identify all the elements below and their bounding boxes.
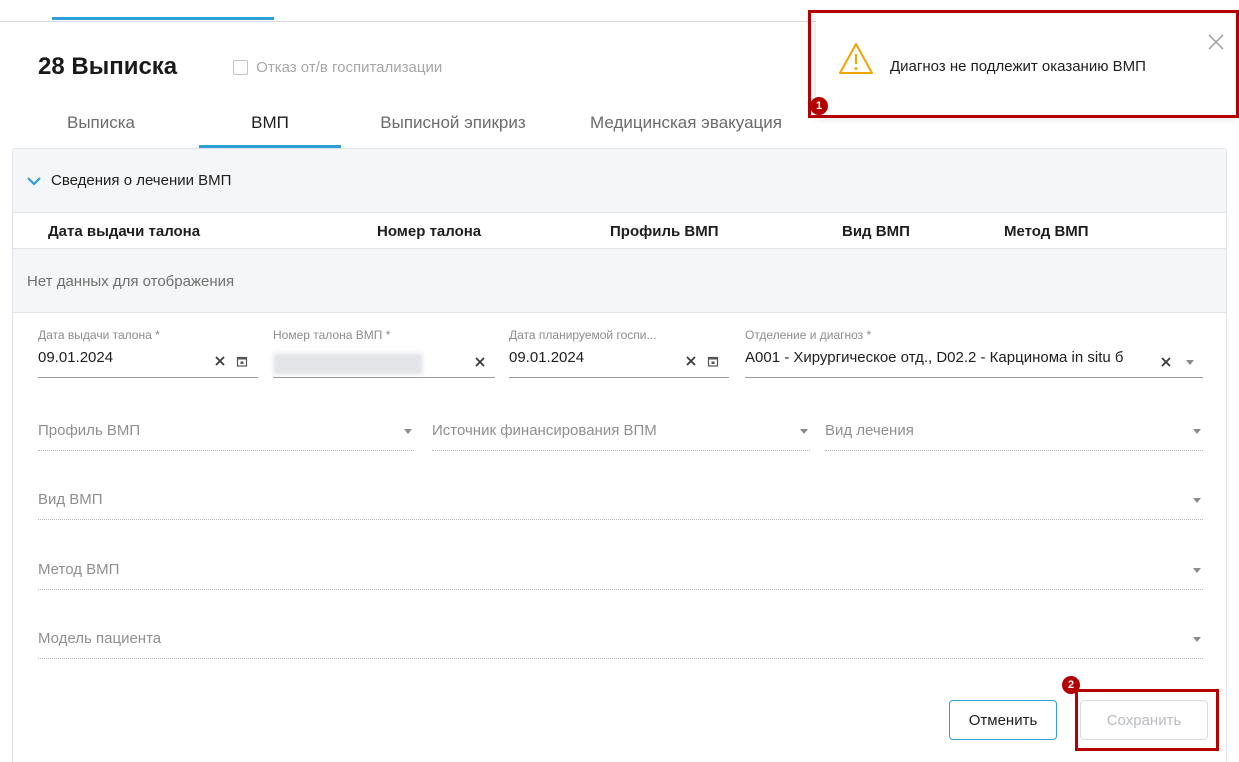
funding-source-placeholder: Источник финансирования ВПМ [432, 422, 657, 439]
treatment-type-placeholder: Вид лечения [825, 422, 914, 439]
tab-vmp[interactable]: ВМП [199, 104, 341, 148]
vmp-type-select[interactable]: Вид ВМП [38, 481, 1203, 521]
department-diagnosis-label: Отделение и диагноз * [745, 328, 872, 342]
chevron-down-icon[interactable] [1186, 359, 1194, 365]
voucher-number-field[interactable]: Номер талона ВМП * [273, 328, 495, 378]
refusal-checkbox-label: Отказ от/в госпитализации [256, 58, 443, 76]
page-title: 28 Выписка [38, 53, 178, 80]
grid-header: Дата выдачи талона Номер талона Профиль … [13, 213, 1226, 249]
funding-source-select[interactable]: Источник финансирования ВПМ [432, 412, 810, 452]
vmp-profile-placeholder: Профиль ВМП [38, 422, 141, 439]
chevron-down-icon[interactable] [800, 429, 808, 434]
clear-icon[interactable] [1160, 356, 1172, 368]
field-underline [273, 377, 495, 378]
top-tab-indicator [52, 17, 274, 20]
department-diagnosis-value[interactable]: А001 - Хирургическое отд., D02.2 - Карци… [745, 349, 1157, 366]
tab-discharge-epicrisis[interactable]: Выписной эпикриз [351, 104, 555, 148]
accordion-title: Сведения о лечении ВМП [51, 172, 232, 189]
vmp-method-select[interactable]: Метод ВМП [38, 551, 1203, 591]
grid-empty-text: Нет данных для отображения [27, 273, 235, 290]
treatment-type-select[interactable]: Вид лечения [825, 412, 1203, 452]
title-row: 28 Выписка Отказ от/в госпитализации [38, 52, 442, 82]
clear-icon[interactable] [214, 355, 226, 367]
tab-vypiska[interactable]: Выписка [38, 104, 164, 148]
issue-date-label: Дата выдачи талона * [38, 328, 160, 342]
issue-date-controls [214, 355, 248, 367]
vmp-method-placeholder: Метод ВМП [38, 561, 120, 578]
tab-bar: Выписка ВМП Выписной эпикриз Медицинская… [38, 104, 797, 148]
voucher-number-controls [474, 356, 486, 368]
chevron-down-icon[interactable] [1193, 498, 1201, 503]
patient-model-select[interactable]: Модель пациента [38, 620, 1203, 660]
field-underline [825, 450, 1203, 451]
field-underline [509, 377, 729, 378]
highlight-box [808, 10, 1239, 118]
department-diagnosis-field[interactable]: Отделение и диагноз * А001 - Хирургическ… [745, 328, 1203, 378]
column-header[interactable]: Профиль ВМП [610, 223, 718, 240]
field-underline [38, 658, 1203, 659]
vmp-profile-select[interactable]: Профиль ВМП [38, 412, 414, 452]
calendar-icon[interactable] [236, 355, 248, 367]
chevron-down-icon[interactable] [1193, 429, 1201, 434]
department-diagnosis-controls [1160, 356, 1194, 368]
voucher-number-label: Номер талона ВМП * [273, 328, 391, 342]
cancel-button[interactable]: Отменить [949, 700, 1057, 740]
column-header[interactable]: Дата выдачи талона [48, 223, 200, 240]
field-underline [38, 519, 1203, 520]
column-header[interactable]: Номер талона [377, 223, 481, 240]
planned-date-controls [685, 355, 719, 367]
grid-empty-row: Нет данных для отображения [13, 249, 1226, 313]
clear-icon[interactable] [685, 355, 697, 367]
calendar-icon[interactable] [707, 355, 719, 367]
field-underline [745, 377, 1203, 378]
accordion-header[interactable]: Сведения о лечении ВМП [13, 149, 1226, 213]
chevron-down-icon[interactable] [1193, 568, 1201, 573]
chevron-down-icon[interactable] [1193, 637, 1201, 642]
field-underline [38, 589, 1203, 590]
annotation-badge: 1 [810, 97, 828, 115]
annotation-badge: 2 [1062, 676, 1080, 694]
column-header[interactable]: Вид ВМП [842, 223, 910, 240]
patient-model-placeholder: Модель пациента [38, 630, 162, 647]
field-underline [432, 450, 810, 451]
clear-icon[interactable] [474, 356, 486, 368]
field-underline [38, 450, 414, 451]
refusal-checkbox[interactable]: Отказ от/в госпитализации [233, 59, 442, 76]
redacted-value [273, 353, 423, 375]
field-underline [38, 377, 258, 378]
chevron-down-icon[interactable] [25, 172, 43, 190]
chevron-down-icon[interactable] [404, 429, 412, 434]
column-header[interactable]: Метод ВМП [1004, 223, 1089, 240]
vmp-type-placeholder: Вид ВМП [38, 491, 103, 508]
planned-date-label: Дата планируемой госпи... [509, 328, 657, 342]
checkbox-box[interactable] [233, 59, 249, 75]
vmp-panel: Сведения о лечении ВМП Дата выдачи талон… [12, 148, 1227, 762]
issue-date-field[interactable]: Дата выдачи талона * 09.01.2024 [38, 328, 258, 378]
tab-medical-evacuation[interactable]: Медицинская эвакуация [575, 104, 797, 148]
highlight-box [1075, 689, 1219, 751]
planned-date-field[interactable]: Дата планируемой госпи... 09.01.2024 [509, 328, 729, 378]
